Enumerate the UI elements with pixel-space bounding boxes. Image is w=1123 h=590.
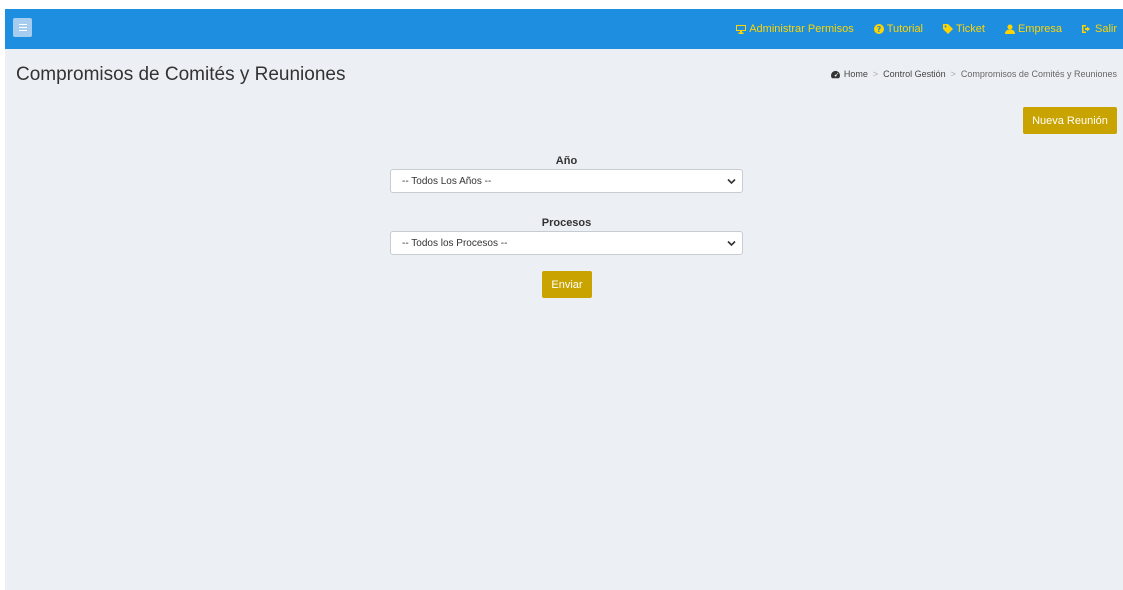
nav-link-label: Ticket (956, 23, 985, 35)
chevron-down-icon (727, 178, 736, 185)
process-select-value: -- Todos los Procesos -- (402, 237, 508, 249)
svg-text:?: ? (876, 25, 881, 34)
year-label: Año (555, 155, 578, 167)
breadcrumb-separator: > (950, 69, 956, 79)
nav-link-label: Salir (1094, 23, 1117, 35)
bars-icon (18, 24, 27, 31)
year-select[interactable]: -- Todos Los Años -- (390, 169, 743, 193)
nav-link-salir[interactable]: Salir (1081, 23, 1117, 35)
nav-link-label: Empresa (1017, 23, 1062, 35)
nav-link-administrar-permisos[interactable]: Administrar Permisos (736, 23, 854, 35)
sidebar-toggle-button[interactable] (13, 18, 32, 37)
tachometer-icon (830, 70, 840, 78)
submit-button[interactable]: Enviar (542, 271, 592, 298)
nav-link-ticket[interactable]: Ticket (943, 23, 985, 35)
breadcrumb-current: Compromisos de Comités y Reuniones (960, 69, 1117, 79)
nav-link-empresa[interactable]: Empresa (1004, 23, 1062, 35)
sign-out-icon (1081, 25, 1090, 33)
desktop-icon (736, 25, 747, 34)
process-select[interactable]: -- Todos los Procesos -- (390, 231, 743, 255)
page-title: Compromisos de Comités y Reuniones (16, 64, 346, 85)
top-navbar: Administrar Permisos ? Tutorial Ticket E… (5, 9, 1123, 49)
question-circle-icon: ? (873, 24, 884, 34)
user-icon (1004, 24, 1015, 34)
breadcrumb-home[interactable]: Home (844, 69, 868, 79)
breadcrumb-control-gestion[interactable]: Control Gestión (883, 69, 946, 79)
year-select-value: -- Todos Los Años -- (402, 175, 492, 187)
nav-link-label: Administrar Permisos (749, 23, 854, 35)
tag-icon (943, 24, 954, 34)
breadcrumb: Home > Control Gestión > Compromisos de … (830, 69, 1117, 79)
nav-link-tutorial[interactable]: ? Tutorial (873, 23, 924, 35)
navbar-links: Administrar Permisos ? Tutorial Ticket E… (736, 9, 1117, 49)
app-frame: Administrar Permisos ? Tutorial Ticket E… (5, 9, 1123, 590)
process-label: Procesos (541, 217, 592, 229)
nav-link-label: Tutorial (886, 23, 924, 35)
breadcrumb-separator: > (872, 69, 879, 79)
new-meeting-button[interactable]: Nueva Reunión (1023, 107, 1117, 134)
chevron-down-icon (727, 240, 736, 247)
